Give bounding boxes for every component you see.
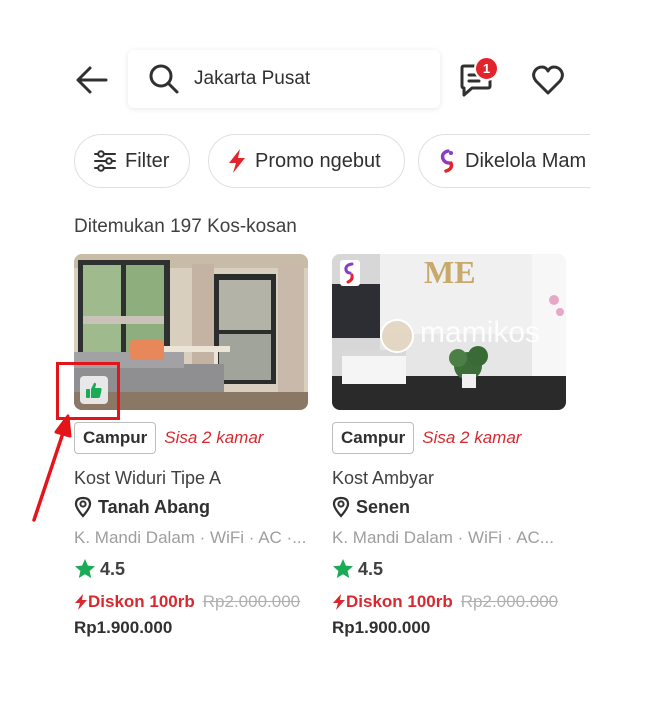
star-icon xyxy=(75,559,95,578)
watermark: mamikos xyxy=(420,316,541,349)
mamikos-logo-icon xyxy=(440,149,454,173)
rating-value: 4.5 xyxy=(100,558,126,579)
chat-badge: 1 xyxy=(474,56,499,81)
lightning-icon xyxy=(333,594,345,610)
location-pin-icon xyxy=(332,496,350,518)
listing-location: Senen xyxy=(332,496,566,518)
search-input[interactable]: Jakarta Pusat xyxy=(128,50,440,108)
top-bar: Jakarta Pusat 1 xyxy=(0,48,656,112)
discount-text: Diskon 100rb xyxy=(88,592,195,611)
location-pin-icon xyxy=(74,496,92,518)
location-label: Senen xyxy=(356,496,411,517)
favorite-button[interactable] xyxy=(530,62,566,98)
heart-icon xyxy=(532,65,564,95)
sliders-icon xyxy=(94,150,116,172)
room-availability: Sisa 2 kamar xyxy=(422,428,522,447)
listing-location: Tanah Abang xyxy=(74,496,308,518)
managed-chip-label: Dikelola Mam xyxy=(465,149,587,172)
discount-label: Diskon 100rb xyxy=(332,592,453,612)
final-price: Rp1.900.000 xyxy=(332,618,431,637)
search-icon xyxy=(149,64,179,94)
rating-value: 4.5 xyxy=(358,558,384,579)
managed-chip[interactable]: Dikelola Mam xyxy=(418,134,590,188)
filter-chip[interactable]: Filter xyxy=(74,134,190,188)
listing-rating: 4.5 xyxy=(332,558,566,580)
wall-sign: ME xyxy=(424,254,476,290)
promo-chip-label: Promo ngebut xyxy=(255,149,381,172)
location-label: Tanah Abang xyxy=(98,496,210,517)
filter-chip-label: Filter xyxy=(125,149,170,172)
listing-card[interactable]: Campur Sisa 2 kamar Kost Widuri Tipe A T… xyxy=(74,254,308,638)
promo-chip[interactable]: Promo ngebut xyxy=(208,134,405,188)
listing-rating: 4.5 xyxy=(74,558,308,580)
original-price: Rp2.000.000 xyxy=(460,592,559,611)
arrow-left-icon xyxy=(76,66,108,94)
back-button[interactable] xyxy=(74,62,110,98)
gender-tag: Campur xyxy=(332,422,415,454)
star-icon xyxy=(333,559,353,578)
lightning-icon xyxy=(229,149,245,173)
final-price: Rp1.900.000 xyxy=(74,618,173,637)
original-price: Rp2.000.000 xyxy=(202,592,301,611)
facilities-list: K. Mandi Dalam · WiFi · AC ·... xyxy=(74,528,307,547)
discount-text: Diskon 100rb xyxy=(346,592,453,611)
gender-tag: Campur xyxy=(74,422,157,454)
result-count: Ditemukan 197 Kos-kosan xyxy=(74,216,297,237)
listing-photo[interactable]: ME mamikos xyxy=(332,254,566,410)
discount-label: Diskon 100rb xyxy=(74,592,195,612)
listing-card[interactable]: ME mamikos Campur Sisa 2 kamar Kost Amby… xyxy=(332,254,566,638)
search-value: Jakarta Pusat xyxy=(194,68,311,89)
highlight-box xyxy=(56,362,120,420)
room-availability: Sisa 2 kamar xyxy=(164,428,264,447)
lightning-icon xyxy=(75,594,87,610)
listing-title: Kost Widuri Tipe A xyxy=(74,468,222,488)
listing-title: Kost Ambyar xyxy=(332,468,435,488)
facilities-list: K. Mandi Dalam · WiFi · AC... xyxy=(332,528,554,547)
filter-chip-row: Filter Promo ngebut Dikelola Mam xyxy=(74,134,590,188)
